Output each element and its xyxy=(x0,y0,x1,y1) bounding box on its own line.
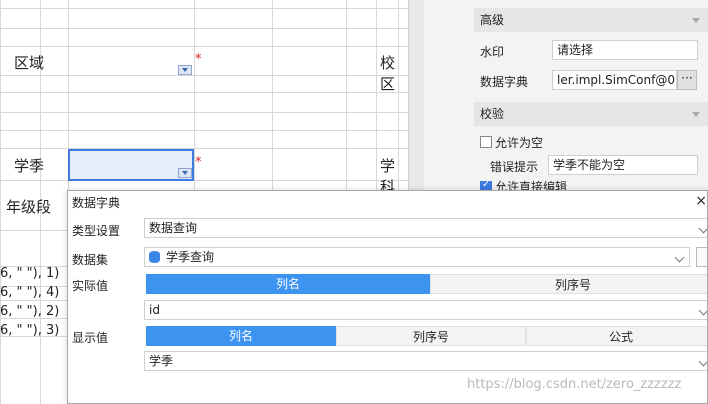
error-hint-input[interactable]: 学季不能为空 xyxy=(548,155,698,175)
chevron-down-icon[interactable] xyxy=(674,252,685,263)
dictionary-more-button[interactable]: ··· xyxy=(677,70,697,90)
data-dictionary-field[interactable]: ler.impl.SimConf@0]] xyxy=(552,70,677,90)
formula-line: 6, " "), 4) xyxy=(0,285,60,300)
close-icon[interactable]: × xyxy=(695,193,707,209)
term-selected-cell[interactable] xyxy=(68,149,194,181)
actual-value-label: 实际值 xyxy=(72,279,109,293)
required-mark: * xyxy=(195,155,202,170)
term-label: 学季 xyxy=(14,157,45,175)
formula-line: 6, " "), 3) xyxy=(0,323,60,338)
type-setting-value: 数据查询 xyxy=(149,221,198,235)
dropdown-marker-icon xyxy=(178,168,192,178)
chevron-down-icon[interactable] xyxy=(698,356,707,367)
chevron-down-icon[interactable] xyxy=(698,223,707,234)
region-label: 区域 xyxy=(14,54,45,72)
edit-dataset-button[interactable] xyxy=(696,247,707,267)
watermark-text: https://blog.csdn.net/zero_zzzzzz xyxy=(467,377,682,392)
display-value-label: 显示值 xyxy=(72,331,109,345)
data-dictionary-label: 数据字典 xyxy=(480,75,529,89)
type-setting-label: 类型设置 xyxy=(72,224,121,238)
dataset-label: 数据集 xyxy=(72,253,109,267)
display-value-text: 学季 xyxy=(149,354,174,368)
watermark-select[interactable]: 请选择 xyxy=(552,40,698,60)
validation-section-title: 校验 xyxy=(480,107,505,121)
property-panel: 高级 水印 请选择 数据字典 ler.impl.SimConf@0]] ··· … xyxy=(424,0,708,194)
data-dictionary-dialog: 数据字典 × 类型设置 数据查询 数据集 学季查询 实际值 列名 列序号 id … xyxy=(67,190,708,404)
grade-level-label: 年级段 xyxy=(6,198,52,216)
campus-label: 校区 xyxy=(380,54,396,93)
watermark-label: 水印 xyxy=(480,45,505,59)
display-tab-column-index[interactable]: 列序号 xyxy=(336,326,526,346)
database-icon xyxy=(149,251,160,263)
collapse-arrow-icon[interactable] xyxy=(692,18,700,23)
display-tab-column-name[interactable]: 列名 xyxy=(146,326,336,346)
advanced-section-header[interactable]: 高级 xyxy=(474,8,708,32)
actual-tab-column-name[interactable]: 列名 xyxy=(146,274,430,294)
allow-empty-checkbox[interactable] xyxy=(480,136,492,148)
advanced-section-title: 高级 xyxy=(480,13,505,27)
formula-line: 6, " "), 2) xyxy=(0,304,60,319)
display-value-select[interactable]: 学季 xyxy=(144,351,707,371)
formula-line: 6, " "), 1) xyxy=(0,266,60,281)
dataset-select[interactable]: 学季查询 xyxy=(144,247,690,267)
required-mark: * xyxy=(195,52,202,67)
allow-empty-label: 允许为空 xyxy=(495,136,544,150)
panel-splitter[interactable] xyxy=(408,0,424,190)
error-hint-label: 错误提示 xyxy=(490,160,539,174)
actual-value-text: id xyxy=(149,303,160,317)
validation-section-header[interactable]: 校验 xyxy=(474,102,708,126)
collapse-arrow-icon[interactable] xyxy=(692,112,700,117)
actual-value-select[interactable]: id xyxy=(144,300,707,320)
dropdown-marker-icon xyxy=(178,65,192,75)
chevron-down-icon[interactable] xyxy=(698,305,707,316)
display-tab-formula[interactable]: 公式 xyxy=(526,326,707,346)
dataset-value: 学季查询 xyxy=(166,250,215,264)
type-setting-select[interactable]: 数据查询 xyxy=(144,218,707,238)
actual-tab-column-index[interactable]: 列序号 xyxy=(430,274,707,294)
dialog-title: 数据字典 xyxy=(72,196,121,210)
